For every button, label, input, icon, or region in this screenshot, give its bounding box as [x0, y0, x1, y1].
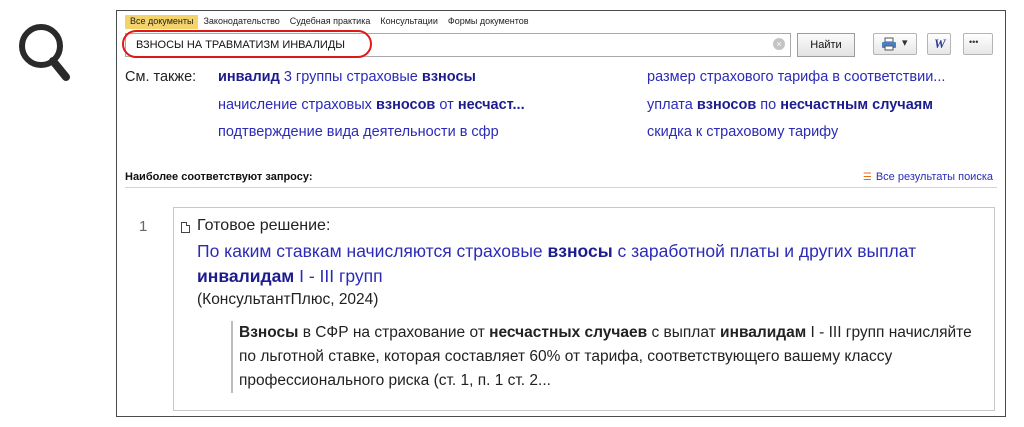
print-icon [882, 37, 896, 51]
result-title-link[interactable]: По каким ставкам начисляются страховые в… [197, 239, 957, 289]
see-also-label: См. также: [125, 69, 197, 85]
result-type: Готовое решение: [197, 217, 331, 234]
related-query-link[interactable]: уплата взносов по несчастным случаям [647, 97, 933, 113]
dropdown-icon[interactable]: ▾ [902, 36, 908, 49]
magnifier-icon [19, 24, 70, 81]
search-input[interactable]: ВЗНОСЫ НА ТРАВМАТИЗМ ИНВАЛИДЫ [125, 33, 791, 57]
related-query-link[interactable]: подтверждение вида деятельности в сфр [218, 124, 499, 140]
result-card: Готовое решение: По каким ставкам начисл… [173, 207, 995, 411]
find-button[interactable]: Найти [797, 33, 855, 57]
result-source: (КонсультантПлюс, 2024) [197, 291, 379, 308]
print-button[interactable]: ▾ [873, 33, 917, 55]
related-query-link[interactable]: размер страхового тарифа в соответствии.… [647, 69, 945, 85]
result-number: 1 [139, 218, 148, 235]
word-export-button[interactable]: W [927, 33, 951, 55]
all-results-link[interactable]: ☰ Все результаты поиска [863, 171, 993, 183]
related-query-link[interactable]: начисление страховых взносов от несчаст.… [218, 97, 525, 113]
tab-court-practice[interactable]: Судебная практика [285, 15, 376, 29]
document-icon [181, 222, 190, 233]
tab-consultations[interactable]: Консультации [375, 15, 443, 29]
list-icon: ☰ [862, 172, 872, 183]
result-snippet: Взносы в СФР на страхование от несчастны… [231, 321, 979, 393]
search-panel: Все документы Законодательство Судебная … [116, 10, 1006, 417]
related-query-link[interactable]: инвалид 3 группы страховые взносы [218, 69, 476, 85]
tab-all-documents[interactable]: Все документы [125, 15, 199, 29]
search-bar: ВЗНОСЫ НА ТРАВМАТИЗМ ИНВАЛИДЫ × Найти ▾ … [122, 30, 997, 59]
most-relevant-heading: Наиболее соответствуют запросу: [125, 171, 313, 183]
divider [125, 187, 997, 188]
word-icon: W [934, 36, 946, 51]
more-button[interactable]: ••• [963, 33, 993, 55]
more-icon: ••• [969, 37, 979, 47]
tab-legislation[interactable]: Законодательство [198, 15, 284, 29]
search-tabs: Все документы Законодательство Судебная … [125, 15, 534, 29]
tab-document-forms[interactable]: Формы документов [443, 15, 534, 29]
clear-icon[interactable]: × [773, 38, 785, 50]
related-query-link[interactable]: скидка к страховому тарифу [647, 124, 838, 140]
